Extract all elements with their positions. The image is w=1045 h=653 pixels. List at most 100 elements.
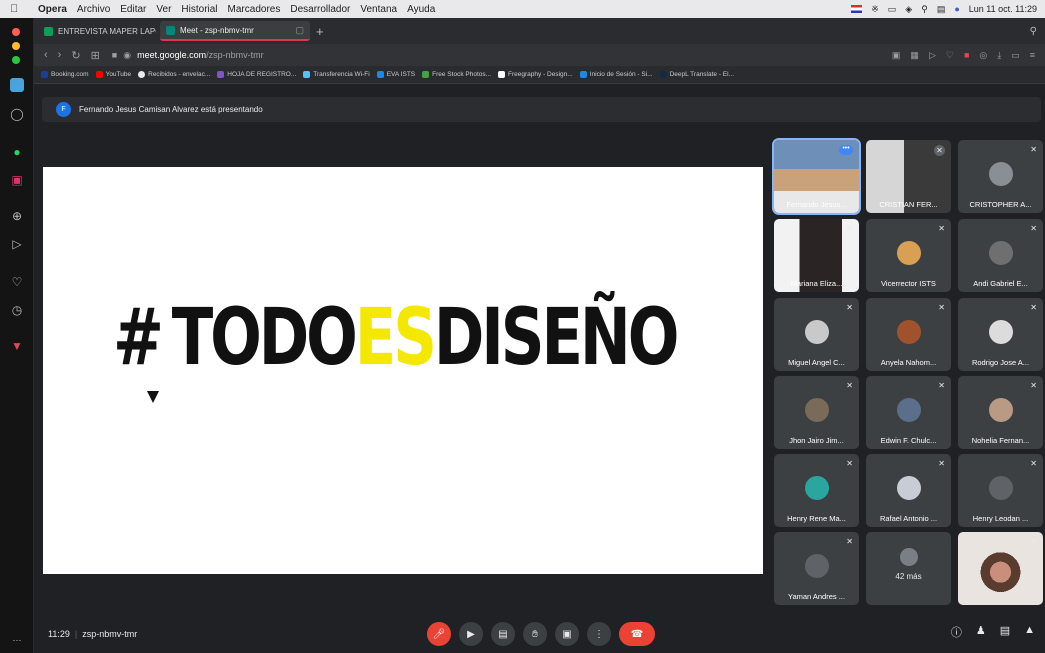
participant-tile[interactable]: ✕ Jhon Jairo Jim...	[774, 376, 859, 449]
menu-item-archivo[interactable]: Archivo	[77, 4, 110, 15]
forward-icon[interactable]: ›	[58, 49, 62, 61]
tile-more-icon[interactable]: •••	[839, 145, 853, 155]
new-tab-icon[interactable]: +	[316, 24, 324, 39]
speed-dial-icon[interactable]	[10, 78, 24, 92]
reload-icon[interactable]: ↻	[71, 49, 80, 62]
heart-outline-icon[interactable]: ♡	[946, 50, 954, 61]
bookmark-youtube[interactable]: YouTube	[95, 71, 131, 78]
heart-icon[interactable]: ♡	[0, 274, 34, 290]
info-icon[interactable]: ⓘ	[951, 624, 962, 640]
play-icon[interactable]: ▷	[929, 50, 936, 61]
tab-search-icon[interactable]: ⚲	[1030, 26, 1037, 37]
control-center-icon[interactable]: ▤	[937, 4, 946, 15]
bookmark-free-stock[interactable]: Free Stock Photos...	[422, 71, 491, 78]
vpn-icon[interactable]: ◎	[979, 50, 987, 61]
activities-icon[interactable]: ▲	[1024, 624, 1035, 640]
menu-item-ventana[interactable]: Ventana	[360, 4, 397, 15]
input-source-flag-icon[interactable]	[851, 5, 863, 13]
tab-entrevista[interactable]: ENTREVISTA MAPER LAPO - G	[38, 21, 156, 41]
present-button[interactable]: ▣	[555, 622, 579, 646]
booking-icon	[41, 71, 48, 78]
bookmarks-icon[interactable]: ◯	[0, 106, 34, 122]
menu-item-ver[interactable]: Ver	[156, 4, 171, 15]
apple-icon[interactable]: 	[10, 3, 24, 15]
participant-tile[interactable]: ✕	[958, 532, 1043, 605]
participant-tile[interactable]: ✕ Nohelia Fernan...	[958, 376, 1043, 449]
mic-off-icon: 🎤︎	[432, 628, 446, 640]
participant-tile[interactable]: ✕ Mariana Eliza...	[774, 219, 859, 292]
back-icon[interactable]: ‹	[44, 49, 48, 61]
mic-off-icon: ✕	[1030, 381, 1037, 390]
url-field[interactable]: ■ ◉ meet.google.com/zsp-nbmv-tmr	[112, 50, 264, 61]
sidebar-target-icon[interactable]: ⊕	[0, 208, 34, 224]
participant-tile[interactable]: ✕ Henry Leodan ...	[958, 454, 1043, 527]
participant-tile[interactable]: ✕ Miguel Angel C...	[774, 298, 859, 371]
sidebar-more-icon[interactable]: ⋯	[0, 632, 34, 648]
participant-tile[interactable]: ✕ CRISTOPHER A...	[958, 140, 1043, 213]
participant-tile[interactable]: ✕ Edwin F. Chulc...	[866, 376, 951, 449]
menu-item-desarrollador[interactable]: Desarrollador	[290, 4, 350, 15]
spotlight-search-icon[interactable]: ⚲	[921, 4, 928, 15]
easy-setup-icon[interactable]: ≡	[1030, 50, 1035, 61]
participant-tile[interactable]: ✕ CRISTIAN FER...	[866, 140, 951, 213]
window-zoom-icon[interactable]	[12, 56, 20, 64]
raise-hand-button[interactable]: ✋︎	[523, 622, 547, 646]
meeting-time: 11:29	[48, 628, 70, 639]
participant-tile[interactable]: ✕ Anyela Nahom...	[866, 298, 951, 371]
menu-item-historial[interactable]: Historial	[181, 4, 217, 15]
lock-icon[interactable]: ◉	[123, 50, 131, 61]
chat-icon[interactable]: ▤	[1000, 624, 1010, 640]
more-options-button[interactable]: ⋮	[587, 622, 611, 646]
bookmark-transferencia[interactable]: Transferencia Wi-Fi	[303, 71, 370, 78]
bookmark-recibidos[interactable]: Recibidos - envelac...	[138, 71, 210, 78]
bookmark-inicio-sesion[interactable]: Inicio de Sesión - Si...	[579, 71, 653, 78]
url-path: /zsp-nbmv-tmr	[206, 50, 264, 60]
participant-tile[interactable]: ✕ Vicerrector ISTS	[866, 219, 951, 292]
player-icon[interactable]: ▷	[0, 236, 34, 252]
menu-item-marcadores[interactable]: Marcadores	[228, 4, 281, 15]
camera-toggle-button[interactable]: ▶	[459, 622, 483, 646]
bookmark-freegraphy[interactable]: Freegraphy - Design...	[498, 71, 573, 78]
extension-icon[interactable]: ▦	[910, 50, 919, 61]
pinboard-icon[interactable]: ▼	[0, 338, 34, 354]
tabs-grid-icon[interactable]: ⊞	[91, 49, 100, 62]
bookmark-eva-ists[interactable]: EVA ISTS	[376, 71, 415, 78]
participant-tile[interactable]: ••• Fernando Jesus...	[772, 138, 861, 215]
freegraphy-icon	[498, 71, 506, 78]
siri-icon[interactable]: ●	[954, 4, 959, 14]
mic-toggle-button[interactable]: 🎤︎	[427, 622, 451, 646]
window-minimize-icon[interactable]	[12, 42, 20, 50]
participant-tile[interactable]: ✕ Henry Rene Ma...	[774, 454, 859, 527]
bookmark-hoja-registro[interactable]: HOJA DE REGISTRO...	[217, 71, 296, 78]
participant-tile[interactable]: 42 más	[866, 532, 951, 605]
menubar-clock[interactable]: Lun 11 oct. 11:29	[969, 4, 1037, 14]
tab-meet[interactable]: Meet - zsp-nbmv-tmr ▢	[160, 21, 310, 41]
window-close-icon[interactable]	[12, 28, 20, 36]
presenting-text: Fernando Jesus Camisan Alvarez está pres…	[79, 105, 263, 114]
menu-app-name[interactable]: Opera	[38, 4, 67, 15]
menu-item-editar[interactable]: Editar	[120, 4, 146, 15]
battery-icon[interactable]: ▭	[888, 4, 897, 15]
extension-red-icon[interactable]: ■	[964, 50, 969, 61]
whatsapp-icon[interactable]: ●	[0, 144, 34, 160]
download-icon[interactable]: ⤓	[997, 50, 1001, 61]
bookmark-deepl[interactable]: DeepL Translate - El...	[659, 71, 734, 78]
participant-tile[interactable]: ✕ Rafael Antonio ...	[866, 454, 951, 527]
bookmark-booking[interactable]: Booking.com	[41, 71, 89, 78]
participant-tile[interactable]: ✕ Rodrigo Jose A...	[958, 298, 1043, 371]
wifi-icon[interactable]: ◈	[905, 4, 912, 15]
history-icon[interactable]: ◷	[0, 302, 34, 318]
camera-permission-icon[interactable]: ■	[112, 50, 117, 60]
participant-tile[interactable]: ✕ Andi Gabriel E...	[958, 219, 1043, 292]
leave-call-button[interactable]: ☎	[619, 622, 655, 646]
meeting-info: 11:29 | zsp-nbmv-tmr	[48, 628, 138, 639]
participant-tile[interactable]: ✕ Yaman Andres ...	[774, 532, 859, 605]
snapshot-icon[interactable]: ▣	[892, 50, 901, 61]
battery-saver-icon[interactable]: ▭	[1011, 50, 1020, 61]
people-icon[interactable]: ♟	[976, 624, 986, 640]
tab-close-icon[interactable]: ▢	[295, 25, 304, 36]
captions-button[interactable]: ▤	[491, 622, 515, 646]
bluetooth-icon[interactable]: ※	[871, 4, 879, 15]
instagram-icon[interactable]: ▣	[0, 172, 34, 188]
menu-item-ayuda[interactable]: Ayuda	[407, 4, 435, 15]
